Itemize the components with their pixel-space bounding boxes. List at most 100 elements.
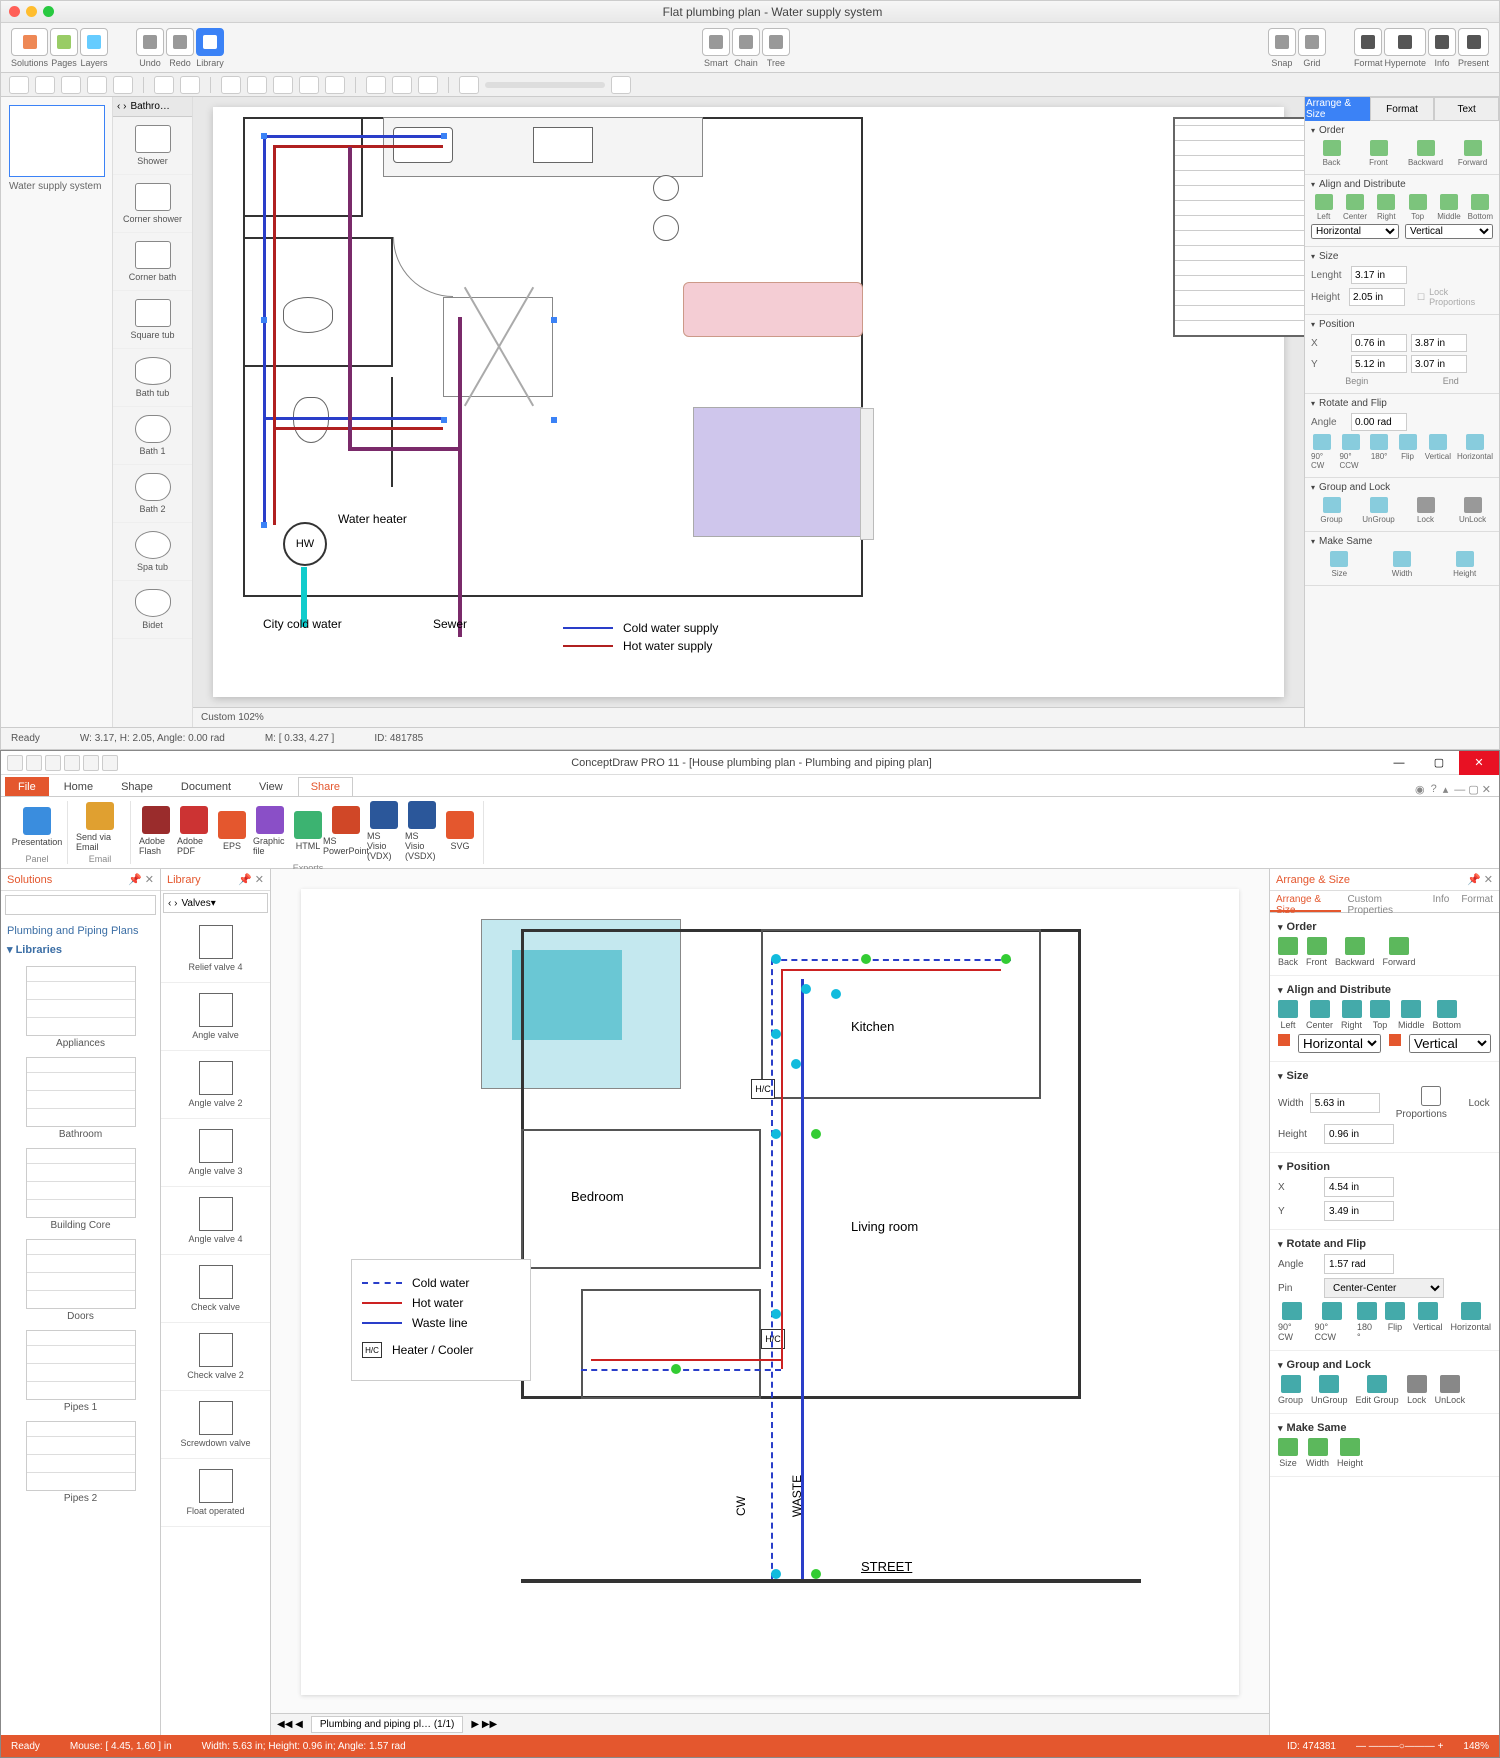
solutions-button[interactable] (11, 28, 48, 56)
redo-button[interactable] (166, 28, 194, 56)
stencil-corner-bath[interactable]: Corner bath (113, 233, 192, 291)
wtab-custom[interactable]: Custom Properties (1341, 891, 1426, 912)
wtab-arrange[interactable]: Arrange & Size (1270, 891, 1341, 912)
lock-btn[interactable]: Lock (1407, 1375, 1427, 1405)
lib-appliances[interactable]: Appliances (5, 966, 156, 1049)
grid-button[interactable] (1298, 28, 1326, 56)
pos-y[interactable] (1351, 355, 1407, 373)
tab-file[interactable]: File (5, 777, 49, 796)
lock-proportions[interactable] (1396, 1086, 1466, 1106)
pin-icon[interactable]: 📌 ✕ (238, 873, 264, 886)
tool-zoom-out[interactable] (392, 76, 412, 94)
pin-icon[interactable]: 📌 ✕ (128, 873, 154, 886)
order-backward[interactable]: Backward (1335, 937, 1375, 967)
tool-pencil[interactable] (180, 76, 200, 94)
format-button[interactable] (1354, 28, 1383, 56)
wtab-info[interactable]: Info (1427, 891, 1456, 912)
zoom-slider[interactable] (485, 82, 605, 88)
angle-field[interactable] (1324, 1254, 1394, 1274)
tab-text[interactable]: Text (1434, 97, 1499, 121)
order-forward[interactable]: Forward (1452, 140, 1493, 167)
html-button[interactable]: HTML (291, 801, 325, 861)
zoom-minus[interactable] (459, 76, 479, 94)
undo-button[interactable] (136, 28, 164, 56)
group-btn[interactable]: Group (1278, 1375, 1303, 1405)
stencil-spa-tub[interactable]: Spa tub (113, 523, 192, 581)
tab-nav-next[interactable]: ▶ ▶▶ (471, 1719, 497, 1730)
visio-vdx-button[interactable]: MS Visio (VDX) (367, 801, 401, 861)
rotate-ccw[interactable]: 90° CCW (1315, 1302, 1349, 1342)
lib-building-core[interactable]: Building Core (5, 1148, 156, 1231)
align-left[interactable]: Left (1278, 1000, 1298, 1030)
align-center[interactable]: Center (1306, 1000, 1333, 1030)
pos-x[interactable] (1324, 1177, 1394, 1197)
smart-button[interactable] (702, 28, 730, 56)
lock-btn[interactable]: Lock (1405, 497, 1446, 524)
tab-arrange[interactable]: Arrange & Size (1305, 97, 1370, 121)
length-field[interactable] (1351, 266, 1407, 284)
page-thumb[interactable] (9, 105, 105, 177)
stencil-header[interactable]: ‹ ›Bathro… (113, 97, 192, 117)
pos-x2[interactable] (1411, 334, 1467, 352)
flip-btn[interactable]: Flip (1396, 434, 1418, 470)
same-width[interactable]: Width (1374, 551, 1431, 578)
order-front[interactable]: Front (1358, 140, 1399, 167)
svg-button[interactable]: SVG (443, 801, 477, 861)
close-icon[interactable]: ✕ (1459, 751, 1499, 775)
tool-pointer[interactable] (9, 76, 29, 94)
minimize-icon[interactable] (26, 6, 37, 17)
qat-undo[interactable] (83, 755, 99, 771)
hw-symbol[interactable]: HW (283, 522, 327, 566)
help-question-icon[interactable]: ? (1431, 783, 1437, 796)
tab-shape[interactable]: Shape (108, 777, 166, 796)
unlock-btn[interactable]: UnLock (1452, 497, 1493, 524)
pos-x[interactable] (1351, 334, 1407, 352)
tree-root[interactable]: Plumbing and Piping Plans (7, 925, 154, 937)
rotate-cw[interactable]: 90° CW (1311, 434, 1333, 470)
lib-angle-valve-2[interactable]: Angle valve 2 (161, 1051, 270, 1119)
dist-horiz[interactable]: Horizontal (1298, 1034, 1381, 1053)
ungroup-btn[interactable]: UnGroup (1358, 497, 1399, 524)
height-field[interactable] (1349, 288, 1405, 306)
tab-home[interactable]: Home (51, 777, 106, 796)
status-zoom-slider[interactable]: — ———○——— + (1356, 1741, 1443, 1752)
solutions-search[interactable] (5, 895, 156, 915)
collapse-ribbon-icon[interactable]: ▴ (1443, 783, 1449, 796)
stencil-shower[interactable]: Shower (113, 117, 192, 175)
lib-check-valve[interactable]: Check valve (161, 1255, 270, 1323)
adobe-pdf-button[interactable]: Adobe PDF (177, 801, 211, 861)
tool-hand[interactable] (418, 76, 438, 94)
child-close-icon[interactable]: — ▢ ✕ (1454, 783, 1491, 796)
library-button[interactable] (196, 28, 224, 56)
minimize-icon[interactable]: — (1379, 751, 1419, 775)
rotate-180[interactable]: 180 ° (1357, 1302, 1377, 1342)
flip-horiz[interactable]: Horizontal (1457, 434, 1493, 470)
eps-button[interactable]: EPS (215, 801, 249, 861)
info-button[interactable] (1428, 28, 1456, 56)
wtab-format[interactable]: Format (1455, 891, 1499, 912)
pages-button[interactable] (50, 28, 78, 56)
close-icon[interactable] (9, 6, 20, 17)
page-tab[interactable]: Plumbing and piping pl… (1/1) (311, 1716, 464, 1733)
adobe-flash-button[interactable]: Adobe Flash (139, 801, 173, 861)
layers-button[interactable] (80, 28, 108, 56)
lib-doors[interactable]: Doors (5, 1239, 156, 1322)
stencil-bath-1[interactable]: Bath 1 (113, 407, 192, 465)
lib-relief-valve-4[interactable]: Relief valve 4 (161, 915, 270, 983)
rotate-ccw[interactable]: 90° CCW (1339, 434, 1361, 470)
same-size[interactable]: Size (1311, 551, 1368, 578)
lib-check-valve-2[interactable]: Check valve 2 (161, 1323, 270, 1391)
canvas[interactable]: HW Water heater City cold water Sewer Co… (193, 97, 1304, 727)
zoom-value[interactable]: Custom 102% (201, 712, 264, 723)
qat-open[interactable] (26, 755, 42, 771)
tab-nav-prev[interactable]: ◀◀ ◀ (277, 1719, 303, 1730)
tool-pen[interactable] (154, 76, 174, 94)
group-btn[interactable]: Group (1311, 497, 1352, 524)
tab-share[interactable]: Share (298, 777, 353, 796)
tool-edit1[interactable] (221, 76, 241, 94)
tab-document[interactable]: Document (168, 777, 244, 796)
width-field[interactable] (1310, 1093, 1380, 1113)
stencil-bath-2[interactable]: Bath 2 (113, 465, 192, 523)
same-size[interactable]: Size (1278, 1438, 1298, 1468)
visio-vsdx-button[interactable]: MS Visio (VSDX) (405, 801, 439, 861)
